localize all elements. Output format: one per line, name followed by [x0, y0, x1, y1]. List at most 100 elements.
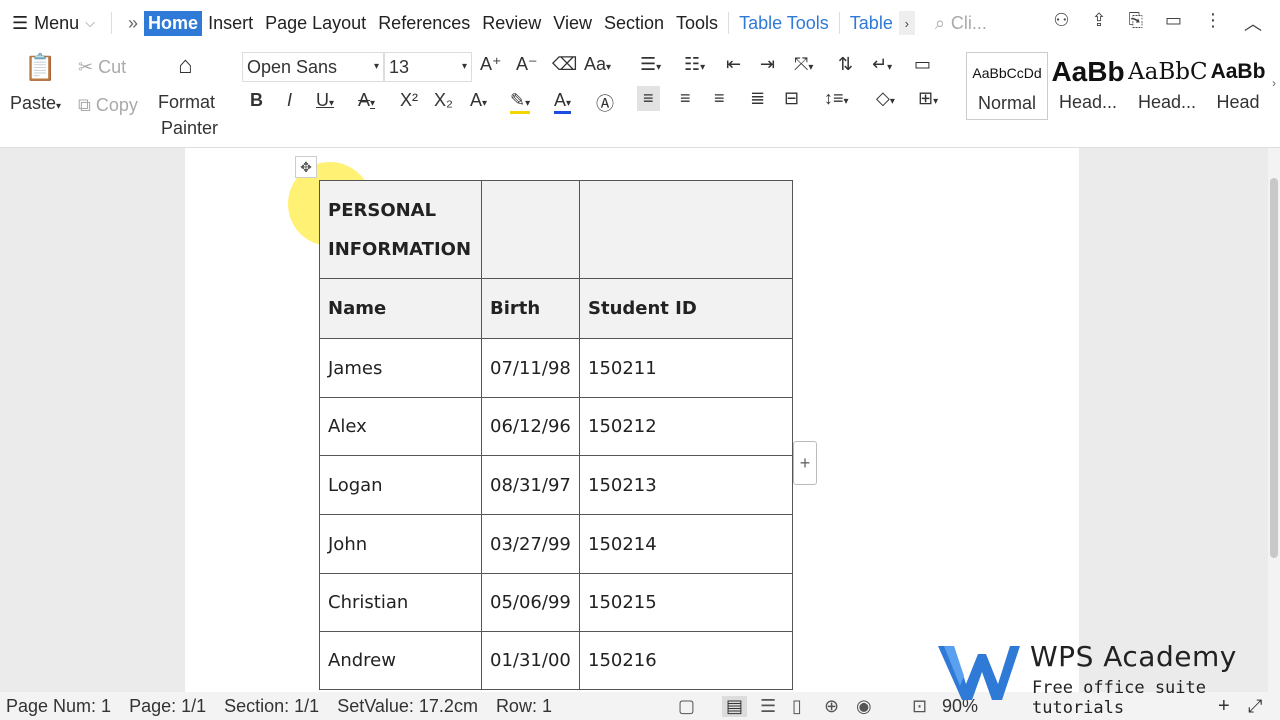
borders-icon[interactable]: ⊞▾: [918, 88, 938, 109]
collapse-icon[interactable]: ︿: [1244, 10, 1262, 36]
tab-references[interactable]: References: [372, 13, 476, 34]
table-cell[interactable]: [579, 180, 793, 279]
tab-insert[interactable]: Insert: [202, 13, 259, 34]
export-icon[interactable]: ⇪: [1091, 10, 1106, 36]
cell-name[interactable]: John: [319, 514, 482, 574]
status-set-value[interactable]: SetValue: 17.2cm: [337, 696, 478, 717]
justify-icon[interactable]: ≣: [750, 88, 765, 109]
tab-view[interactable]: View: [547, 13, 598, 34]
font-size-select[interactable]: 13 ▾: [384, 52, 472, 82]
cell-birth[interactable]: 03/27/99: [481, 514, 580, 574]
bold-icon[interactable]: B: [250, 90, 263, 111]
tab-tools[interactable]: Tools: [670, 13, 724, 34]
cell-student-id[interactable]: 150214: [579, 514, 793, 574]
status-section[interactable]: Section: 1/1: [224, 696, 319, 717]
align-center-icon[interactable]: ≡: [680, 88, 691, 109]
cell-name[interactable]: James: [319, 338, 482, 398]
font-name-select[interactable]: Open Sans ▾: [242, 52, 384, 82]
grow-font-icon[interactable]: A⁺: [480, 54, 502, 75]
comment-icon[interactable]: ▭: [1165, 10, 1182, 36]
cell-birth[interactable]: 08/31/97: [481, 455, 580, 515]
clear-format-icon[interactable]: ⌫: [552, 54, 577, 75]
clipboard-icon[interactable]: 📋: [24, 52, 56, 83]
distributed-icon[interactable]: ⊟: [784, 88, 799, 109]
cut-button[interactable]: ✂ Cut: [78, 57, 126, 78]
vertical-scrollbar[interactable]: [1268, 148, 1280, 692]
align-left-icon[interactable]: ≡: [637, 86, 660, 111]
page-view-icon[interactable]: ▤: [722, 695, 748, 717]
header-name[interactable]: Name: [319, 278, 482, 339]
change-case-icon[interactable]: Aa▾: [584, 54, 611, 75]
book-view-icon[interactable]: ▯: [792, 696, 802, 717]
align-right-icon[interactable]: ≡: [714, 88, 725, 109]
highlight-color-icon[interactable]: ✎▾: [510, 90, 531, 114]
italic-icon[interactable]: I: [287, 90, 292, 111]
cell-student-id[interactable]: 150215: [579, 573, 793, 632]
show-marks-icon[interactable]: ↵▾: [872, 54, 892, 75]
fit-page-icon[interactable]: ⊡: [912, 696, 927, 717]
shading-icon[interactable]: ◇▾: [876, 88, 895, 109]
format-painter-label-1[interactable]: Format: [158, 92, 215, 113]
cell-name[interactable]: Christian: [319, 573, 482, 632]
cell-birth[interactable]: 01/31/00: [481, 631, 580, 690]
style-heading-2[interactable]: AaBbC Head...: [1128, 52, 1206, 113]
format-painter-icon[interactable]: ⌂: [178, 52, 193, 80]
bullets-icon[interactable]: ☰▾: [640, 54, 661, 75]
cell-name[interactable]: Logan: [319, 455, 482, 515]
tab-review[interactable]: Review: [476, 13, 547, 34]
cell-student-id[interactable]: 150212: [579, 397, 793, 456]
more-options-icon[interactable]: ⋮: [1204, 10, 1222, 36]
add-column-button[interactable]: +: [793, 441, 817, 485]
menu-button[interactable]: ☰ Menu ⌵: [0, 13, 101, 34]
tab-table-tools[interactable]: Table Tools: [733, 13, 835, 34]
chinese-layout-icon[interactable]: ⤧▾: [794, 54, 813, 75]
cell-birth[interactable]: 05/06/99: [481, 573, 580, 632]
tab-page-layout[interactable]: Page Layout: [259, 13, 372, 34]
status-page-num[interactable]: Page Num: 1: [6, 696, 111, 717]
personal-info-table[interactable]: PERSONAL INFORMATION Name Birth Student …: [319, 180, 793, 690]
status-row[interactable]: Row: 1: [496, 696, 552, 717]
tab-table[interactable]: Table: [844, 13, 899, 34]
paste-button[interactable]: Paste▾: [10, 93, 61, 114]
status-page[interactable]: Page: 1/1: [129, 696, 206, 717]
sort-icon[interactable]: ⇅: [838, 54, 853, 75]
numbering-icon[interactable]: ☷▾: [684, 54, 705, 75]
search-box[interactable]: ⌕ Cli...: [935, 13, 987, 34]
cell-name[interactable]: Andrew: [319, 631, 482, 690]
font-color-icon[interactable]: A▾: [554, 90, 572, 114]
format-painter-label-2[interactable]: Painter: [161, 118, 218, 139]
tab-home[interactable]: Home: [144, 10, 203, 36]
cell-student-id[interactable]: 150211: [579, 338, 793, 398]
send-icon[interactable]: ⎘: [1129, 10, 1143, 36]
cell-birth[interactable]: 07/11/98: [481, 338, 580, 398]
cell-student-id[interactable]: 150213: [579, 455, 793, 515]
increase-indent-icon[interactable]: ⇥: [760, 54, 775, 75]
copy-button[interactable]: ⧉ Copy: [78, 95, 138, 116]
tab-section[interactable]: Section: [598, 13, 670, 34]
superscript-icon[interactable]: X²: [400, 90, 418, 111]
ruler-icon[interactable]: ▭: [914, 54, 931, 75]
cell-birth[interactable]: 06/12/96: [481, 397, 580, 456]
line-spacing-icon[interactable]: ↕≡▾: [824, 88, 849, 109]
outline-view-icon[interactable]: ☰: [760, 696, 776, 717]
text-effect-icon[interactable]: A▾: [470, 90, 487, 111]
more-tabs-icon[interactable]: »: [122, 13, 144, 34]
table-title-cell[interactable]: PERSONAL INFORMATION: [319, 180, 482, 279]
decrease-indent-icon[interactable]: ⇤: [726, 54, 741, 75]
underline-icon[interactable]: U▾: [316, 90, 334, 111]
gallery-scroll-icon[interactable]: ›: [1272, 76, 1276, 90]
eye-protection-icon[interactable]: ◉: [856, 696, 872, 717]
header-birth[interactable]: Birth: [481, 278, 580, 339]
style-normal[interactable]: AaBbCcDd Normal: [966, 52, 1048, 120]
strikethrough-icon[interactable]: A▾: [358, 90, 375, 111]
share-user-icon[interactable]: ⚇: [1053, 10, 1069, 36]
table-move-handle-icon[interactable]: ✥: [295, 156, 317, 178]
character-border-icon[interactable]: Ⓐ: [596, 90, 614, 116]
style-heading-3[interactable]: AaBb Head: [1208, 52, 1268, 113]
read-mode-icon[interactable]: ▢: [678, 696, 695, 717]
cell-student-id[interactable]: 150216: [579, 631, 793, 690]
table-cell[interactable]: [481, 180, 580, 279]
header-student-id[interactable]: Student ID: [579, 278, 793, 339]
shrink-font-icon[interactable]: A⁻: [516, 54, 538, 75]
web-view-icon[interactable]: ⊕: [824, 696, 839, 717]
